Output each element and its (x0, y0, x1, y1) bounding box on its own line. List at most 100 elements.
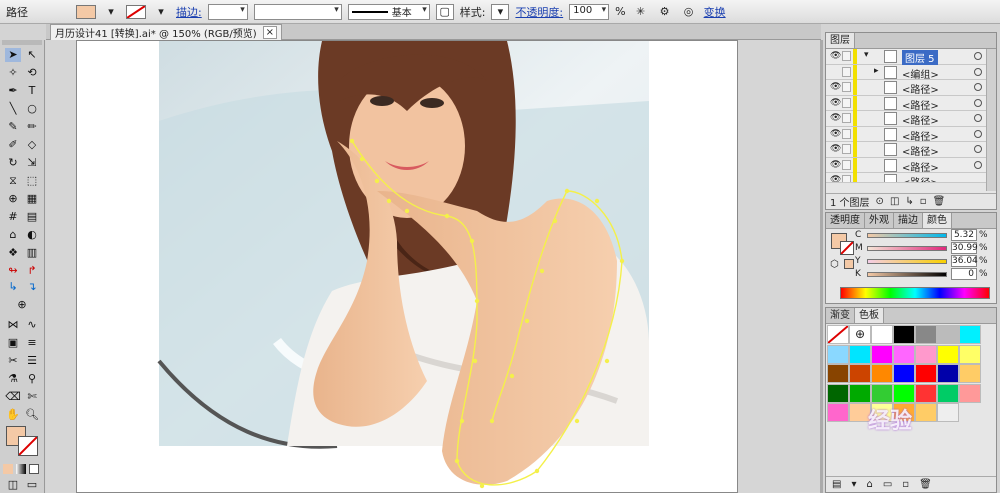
symbol-sprayer-tool-icon[interactable]: ❖ (5, 246, 21, 260)
recolor-icon[interactable]: ✳ (632, 4, 650, 20)
target-circle-icon[interactable] (974, 67, 982, 76)
swatch-options-icon[interactable]: ⌂ (866, 479, 872, 490)
target-circle-icon[interactable] (974, 52, 982, 60)
lasso-tool-icon[interactable]: ⟲ (24, 66, 40, 80)
lock-toggle[interactable] (842, 82, 851, 92)
lock-toggle[interactable] (842, 175, 851, 182)
eye-icon[interactable]: 👁︎ (830, 175, 841, 182)
gradient-tool-icon[interactable]: ▤ (24, 210, 40, 224)
channel-c-slider[interactable] (867, 233, 947, 238)
channel-c-input[interactable]: 5.32 (951, 229, 977, 241)
swatch-cell[interactable] (915, 383, 937, 403)
warp-tool-icon[interactable]: ∿ (24, 318, 40, 332)
canvas-area[interactable] (46, 40, 820, 493)
spectrum-bar[interactable] (840, 287, 990, 299)
channel-y-slider[interactable] (867, 259, 947, 264)
shape-builder-tool-icon[interactable]: ⊕ (5, 192, 21, 206)
scissors-tool-icon[interactable]: ✂ (5, 354, 21, 368)
tab-layers[interactable]: 图层 (826, 33, 855, 48)
layers-scrollbar[interactable] (986, 49, 996, 191)
blend-tool-icon[interactable]: ◐ (24, 228, 40, 242)
pencil-tool-icon[interactable]: ✏ (24, 120, 40, 134)
swatch-cell[interactable] (871, 344, 893, 364)
perspective-tool-icon[interactable]: ▦ (24, 192, 40, 206)
layer-row[interactable]: ▸ <编组> (826, 64, 996, 81)
stroke-profile-select[interactable]: 基本 (347, 3, 430, 20)
illustration[interactable] (77, 41, 739, 493)
blob-brush-tool-icon[interactable]: ✐ (5, 138, 21, 152)
channel-m-input[interactable]: 30.99 (951, 242, 978, 254)
color-mode-icon[interactable] (3, 464, 13, 474)
variable-width-select[interactable] (253, 3, 342, 20)
none-mode-icon[interactable] (29, 464, 39, 474)
swatch-library-icon[interactable]: ▤ (832, 479, 841, 490)
target-icon[interactable]: ⊕ (14, 298, 30, 312)
layer-row[interactable]: 👁︎ ▾ 图层 5 (826, 49, 996, 65)
swatch-cell[interactable] (871, 325, 893, 344)
tab-color[interactable]: 颜色 (923, 213, 952, 228)
swatch-cell[interactable] (893, 325, 915, 344)
swatch-cell[interactable] (849, 364, 871, 383)
swatch-cell[interactable] (871, 383, 893, 403)
line-tool-icon[interactable]: ╲ (5, 102, 21, 116)
draw-mode-icon[interactable]: ◫ (5, 478, 21, 492)
cube-icon[interactable]: ⬡ (830, 259, 839, 270)
opacity-link[interactable]: 不透明度: (515, 4, 563, 20)
artboard-tool-icon[interactable]: ▣ (5, 336, 21, 350)
eraser2-tool-icon[interactable]: ⌫ (5, 390, 21, 404)
lock-toggle[interactable] (842, 97, 851, 108)
tab-stroke[interactable]: 描边 (894, 213, 923, 228)
stroke-color-box[interactable] (18, 436, 38, 456)
swatch-cell[interactable] (827, 403, 849, 422)
small-fill-icon[interactable] (844, 259, 854, 269)
eye-icon[interactable]: 👁︎ (830, 160, 841, 170)
curvature-out-icon[interactable]: ↴ (24, 280, 40, 294)
swatch-cell[interactable] (937, 403, 959, 422)
new-color-group-icon[interactable]: ▭ (883, 479, 892, 490)
target-circle-icon[interactable] (974, 83, 982, 91)
tab-appearance[interactable]: 外观 (865, 213, 894, 228)
new-sublayer-icon[interactable]: ↳ (905, 196, 913, 207)
magic-wand-tool-icon[interactable]: ✧ (5, 66, 21, 80)
swatch-cell[interactable] (871, 364, 893, 383)
scissors2-tool-icon[interactable]: ✄ (24, 390, 40, 404)
knife-tool-icon[interactable]: ☰ (24, 354, 40, 368)
selection-tool-icon[interactable]: ➤ (5, 48, 21, 62)
swatch-cell[interactable] (915, 325, 937, 344)
vertical-scrollbar[interactable] (820, 40, 823, 493)
swatch-cell[interactable] (849, 344, 871, 364)
swatch-cell[interactable] (893, 364, 915, 383)
eye-icon[interactable]: 👁︎ (830, 51, 841, 61)
target-circle-icon[interactable] (974, 129, 982, 138)
direct-selection-tool-icon[interactable]: ↖ (24, 48, 40, 62)
swatch-cell[interactable] (937, 344, 959, 364)
paintbrush-tool-icon[interactable]: ✎ (5, 120, 21, 134)
ellipse-tool-icon[interactable]: ○ (24, 102, 40, 116)
eyedropper-tool-icon[interactable]: ⌂ (5, 228, 21, 242)
mesh-tool-icon[interactable]: # (5, 210, 21, 224)
fill-dropdown-icon[interactable]: ▾ (102, 4, 120, 20)
swatch-cell[interactable] (893, 344, 915, 364)
channel-m-slider[interactable] (867, 246, 947, 251)
color-stroke-box[interactable] (840, 241, 854, 255)
close-icon[interactable]: × (262, 26, 278, 39)
screen-mode-icon[interactable]: ▭ (24, 478, 40, 492)
new-layer-icon[interactable]: ▫ (920, 196, 927, 207)
eye-icon[interactable]: 👁︎ (830, 113, 841, 123)
delete-swatch-icon[interactable]: 🗑︎ (919, 479, 932, 490)
stroke-weight-select[interactable] (207, 3, 248, 20)
swatch-cell[interactable] (893, 383, 915, 403)
swatch-none[interactable] (827, 325, 849, 344)
target-circle-icon[interactable] (974, 145, 982, 153)
layer-row[interactable]: 👁︎ <路径> (826, 157, 996, 174)
target-circle-icon[interactable] (974, 98, 982, 107)
hand-tool-icon[interactable]: ✋ (5, 408, 21, 422)
style-swatch[interactable]: ▢ (435, 3, 454, 20)
target-circle-icon[interactable] (974, 160, 982, 169)
stroke-dropdown-icon[interactable]: ▾ (152, 4, 170, 20)
opacity-input[interactable]: 100 (569, 3, 610, 20)
document-tab[interactable]: 月历设计41 [转换].ai* @ 150% (RGB/预览) × (50, 24, 283, 40)
gradient-mode-icon[interactable] (16, 464, 26, 474)
layer-row[interactable]: 👁︎ <路径> (826, 142, 996, 158)
expand-arrow-icon[interactable]: ▾ (864, 50, 869, 60)
